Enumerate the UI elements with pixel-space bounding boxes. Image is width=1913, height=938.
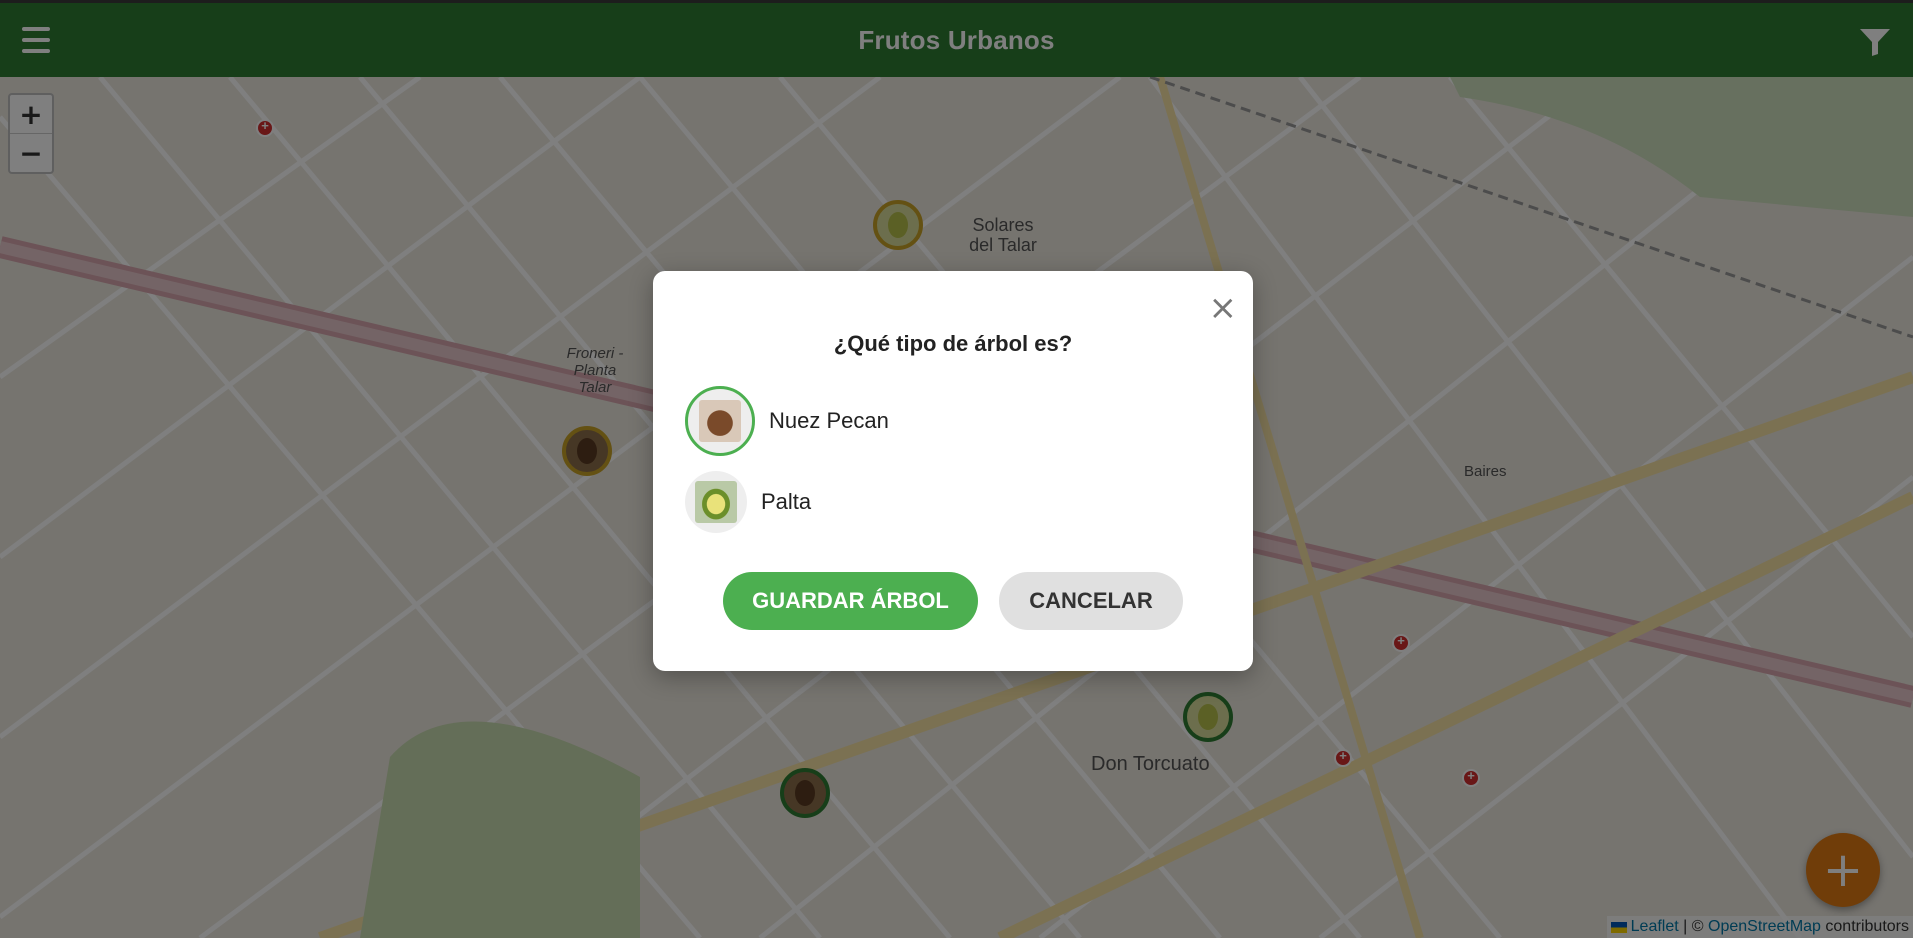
save-tree-button[interactable]: GUARDAR ÁRBOL <box>723 572 978 630</box>
option-label: Nuez Pecan <box>769 408 889 433</box>
palta-thumbnail <box>685 471 747 533</box>
palta-icon <box>695 481 737 523</box>
dialog-title: ¿Qué tipo de árbol es? <box>833 331 1073 356</box>
option-label: Palta <box>761 489 812 514</box>
option-nuez-pecan[interactable]: Nuez Pecan <box>685 386 889 456</box>
close-icon[interactable]: × <box>1209 291 1238 325</box>
nuez-pecan-thumbnail <box>685 386 755 456</box>
nuez-pecan-icon <box>699 400 741 442</box>
option-palta[interactable]: Palta <box>685 471 811 533</box>
tree-type-dialog: × ¿Qué tipo de árbol es? Nuez Pecan Palt… <box>653 271 1253 671</box>
cancel-button[interactable]: CANCELAR <box>999 572 1183 630</box>
